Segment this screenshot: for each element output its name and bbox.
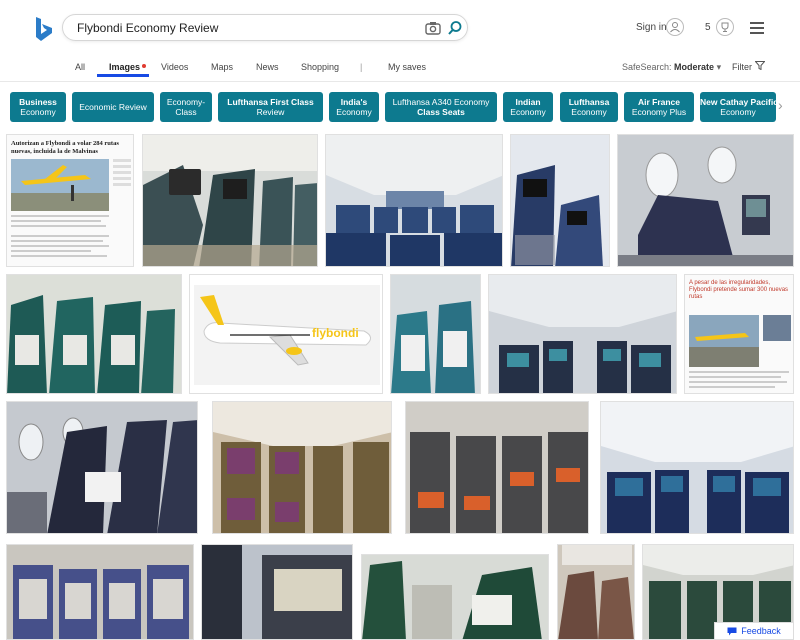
bing-logo-icon[interactable] <box>34 16 54 42</box>
image-result-cabin-wide[interactable] <box>600 401 794 534</box>
chip-text: Economy- <box>166 97 206 107</box>
cabin-photo <box>618 135 793 266</box>
tab-divider: | <box>360 62 363 72</box>
menu-icon[interactable] <box>750 22 764 34</box>
cabin-photo <box>601 402 793 533</box>
filter-label: Filter <box>732 62 752 72</box>
cabin-photo <box>362 555 548 639</box>
chip-text: Economy Plus <box>631 107 687 117</box>
rewards-count[interactable]: 5 <box>705 22 711 33</box>
image-result-cabin-rows-gray[interactable] <box>6 544 194 640</box>
chip-economic-review[interactable]: Economic Review <box>72 92 154 122</box>
cabin-photo <box>213 402 391 533</box>
filter-icon <box>753 61 766 71</box>
chat-bubble-icon <box>727 627 737 635</box>
cabin-photo <box>143 135 317 266</box>
chip-bold: Business <box>19 97 57 107</box>
chevron-down-icon: ▾ <box>716 62 722 72</box>
chip-bold: Indian <box>515 97 541 107</box>
chip-economy-class[interactable]: Economy- Class <box>160 92 212 122</box>
cabin-photo <box>391 275 480 393</box>
feedback-button[interactable]: Feedback <box>714 622 794 640</box>
chip-text: Economic Review <box>79 102 147 112</box>
trophy-icon[interactable] <box>716 18 734 36</box>
safesearch-value[interactable]: Moderate <box>674 62 714 72</box>
chip-text: Lufthansa A340 Economy <box>392 97 490 107</box>
chip-bold: Lufthansa <box>568 97 610 107</box>
chip-bold: India's <box>340 97 368 107</box>
cabin-photo <box>406 402 588 533</box>
active-tab-underline <box>97 74 149 77</box>
image-result-cabin-dark-seats[interactable] <box>142 134 318 267</box>
chip-business-economy[interactable]: Business Economy <box>10 92 66 122</box>
chip-text: Review <box>256 107 285 117</box>
cabin-photo <box>202 545 352 639</box>
tab-my-saves[interactable]: My saves <box>388 62 426 72</box>
chip-air-france-economy-plus[interactable]: Air France Economy Plus <box>624 92 694 122</box>
safesearch-control[interactable]: SafeSearch: Moderate ▾ <box>622 62 721 73</box>
chip-bold: Lufthansa First Class <box>227 97 314 107</box>
image-result-cabin-teal-seats[interactable] <box>390 274 481 394</box>
chip-indias-economy[interactable]: India's Economy <box>329 92 379 122</box>
search-box <box>62 14 468 41</box>
image-result-cabin-green-seats[interactable] <box>6 274 182 394</box>
chip-indian-economy[interactable]: Indian Economy <box>503 92 553 122</box>
cabin-photo <box>7 275 181 393</box>
images-dot-badge <box>142 64 146 68</box>
image-result-cabin-premium[interactable] <box>6 401 198 534</box>
chip-text: Economy <box>336 107 372 117</box>
tab-maps[interactable]: Maps <box>211 62 233 72</box>
cabin-photo <box>326 135 502 266</box>
related-searches-bar: Business Economy Economic Review Economy-… <box>0 92 800 124</box>
filter-button[interactable]: Filter <box>732 61 766 72</box>
chip-text: Economy <box>510 107 546 117</box>
chip-bold: New Cathay Pacific <box>700 97 776 107</box>
chip-bold: Class Seats <box>417 107 465 117</box>
cabin-photo <box>558 545 634 639</box>
search-icon[interactable] <box>447 20 463 36</box>
chip-lufthansa-first-class-review[interactable]: Lufthansa First Class Review <box>218 92 323 122</box>
image-result-cabin-orange-pillows[interactable] <box>405 401 589 534</box>
flybondi-livery-text: flybondi <box>312 326 359 340</box>
chevron-right-icon[interactable]: › <box>778 97 794 117</box>
chip-lufthansa-a340[interactable]: Lufthansa A340 Economy Class Seats <box>385 92 497 122</box>
tab-all[interactable]: All <box>75 62 85 72</box>
plane-photo: flybondi <box>194 285 380 385</box>
safesearch-label: SafeSearch: <box>622 62 672 72</box>
chip-text: Class <box>175 107 197 117</box>
chip-text: Economy <box>720 107 756 117</box>
chip-bold: Air France <box>637 97 681 107</box>
article-photo <box>689 315 791 388</box>
image-result-flybondi-plane[interactable]: flybondi <box>189 274 383 394</box>
image-result-cabin-narrow[interactable] <box>557 544 635 640</box>
chip-lufthansa-economy[interactable]: Lufthansa Economy <box>560 92 618 122</box>
image-result-seatback-screen[interactable] <box>201 544 353 640</box>
tab-videos[interactable]: Videos <box>161 62 188 72</box>
image-result-article[interactable]: Autorizan a Flybondi a volar 284 rutas n… <box>6 134 134 267</box>
image-result-cabin-window-seat[interactable] <box>617 134 794 267</box>
cabin-photo <box>7 402 197 533</box>
cabin-photo <box>489 275 676 393</box>
sign-in-link[interactable]: Sign in <box>636 22 667 33</box>
image-result-cabin-green-pillows[interactable] <box>361 554 549 640</box>
avatar-icon[interactable] <box>666 18 684 36</box>
search-input[interactable] <box>75 18 405 38</box>
header-bar: Sign in 5 All Images Videos Maps News Sh… <box>0 0 800 82</box>
tab-news[interactable]: News <box>256 62 279 72</box>
cabin-photo <box>7 545 193 639</box>
image-result-news-article[interactable]: A pesar de las irregularidades, Flybondi… <box>684 274 794 394</box>
chip-new-cathay-pacific[interactable]: New Cathay Pacific Economy <box>700 92 776 122</box>
image-result-cabin-side-view[interactable] <box>510 134 610 267</box>
image-result-cabin-purple-seats[interactable] <box>212 401 392 534</box>
tab-images[interactable]: Images <box>109 62 140 72</box>
tab-shopping[interactable]: Shopping <box>301 62 339 72</box>
chip-text: Economy <box>571 107 607 117</box>
cabin-photo <box>511 135 609 266</box>
image-result-cabin-aisle[interactable] <box>488 274 677 394</box>
article-plane-photo <box>11 159 131 257</box>
feedback-label: Feedback <box>741 626 781 636</box>
chip-text: Economy <box>20 107 56 117</box>
camera-icon[interactable] <box>425 21 441 35</box>
image-result-cabin-blue-rows[interactable] <box>325 134 503 267</box>
